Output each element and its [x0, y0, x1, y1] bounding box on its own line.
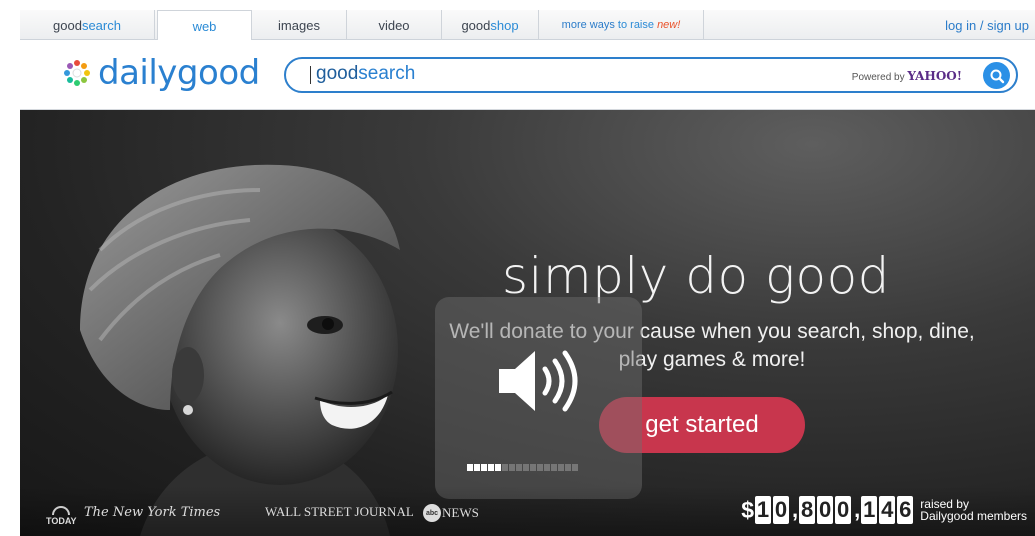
logo-text: dailygood	[98, 53, 260, 93]
counter-digit: 1	[755, 496, 772, 524]
search-icon	[990, 69, 1004, 83]
counter-digit: 0	[817, 496, 834, 524]
tab-web[interactable]: web	[157, 10, 252, 41]
volume-segment	[516, 464, 522, 471]
counter-digit: 8	[799, 496, 816, 524]
search-placeholder-brand: goodsearch	[316, 63, 416, 84]
tab-images[interactable]: images	[252, 10, 347, 40]
abc-circle-icon: abc	[423, 504, 441, 522]
volume-segment	[481, 464, 487, 471]
counter-digits: 10,800,146	[755, 496, 915, 524]
tab-video[interactable]: video	[347, 10, 442, 40]
tab-more-ways[interactable]: more ways to raise new!	[539, 10, 704, 40]
woman-portrait-photo	[80, 164, 400, 536]
volume-segment	[544, 464, 550, 471]
counter-digit: 0	[773, 496, 790, 524]
volume-segment	[558, 464, 564, 471]
volume-segment	[495, 464, 501, 471]
volume-segment	[551, 464, 557, 471]
counter-comma: ,	[854, 497, 861, 522]
top-nav: good search web images video good shop mor…	[20, 10, 1035, 41]
volume-segment	[467, 464, 473, 471]
volume-segment	[502, 464, 508, 471]
abc-news-logo: abc NEWS	[423, 504, 479, 522]
powered-by-yahoo: Powered by YAHOO!	[851, 69, 962, 83]
tab-goodsearch[interactable]: good search	[20, 10, 155, 40]
counter-digit: 1	[861, 496, 878, 524]
raised-by-label: raised by Dailygood members	[920, 497, 1027, 523]
today-show-logo: TODAY	[46, 506, 77, 526]
volume-overlay	[435, 297, 642, 499]
sunrise-icon	[52, 506, 71, 515]
search-header: dailygood goodsearch Powered by YAHOO!	[20, 40, 1035, 110]
search-input[interactable]: goodsearch Powered by YAHOO!	[284, 57, 1018, 93]
wsj-logo: WALL STREET JOURNAL	[265, 504, 414, 519]
login-signup-link[interactable]: log in / sign up	[945, 10, 1029, 40]
search-button[interactable]	[983, 62, 1010, 89]
volume-segment	[488, 464, 494, 471]
tab-goodshop[interactable]: good shop	[442, 10, 539, 40]
volume-segment	[509, 464, 515, 471]
donation-counter: $ 10,800,146 raised by Dailygood members	[741, 496, 1027, 524]
counter-digit: 0	[835, 496, 852, 524]
volume-segment	[474, 464, 480, 471]
counter-digit: 4	[879, 496, 896, 524]
volume-segment	[565, 464, 571, 471]
flower-logo-icon	[64, 60, 90, 86]
counter-digit: 6	[897, 496, 914, 524]
press-logos-bar: TODAY The New York Times WALL STREET JOU…	[20, 486, 1035, 536]
volume-segment	[537, 464, 543, 471]
hero-banner: simply do good We'll donate to your caus…	[20, 110, 1035, 536]
volume-segment	[530, 464, 536, 471]
currency-symbol: $	[741, 496, 755, 523]
counter-comma: ,	[792, 497, 799, 522]
dailygood-logo[interactable]: dailygood	[62, 53, 260, 93]
speaker-volume-icon	[499, 350, 578, 412]
volume-segment	[572, 464, 578, 471]
nyt-logo: The New York Times	[84, 505, 221, 520]
volume-level-bar	[467, 464, 578, 471]
volume-segment	[523, 464, 529, 471]
text-cursor	[310, 66, 311, 84]
